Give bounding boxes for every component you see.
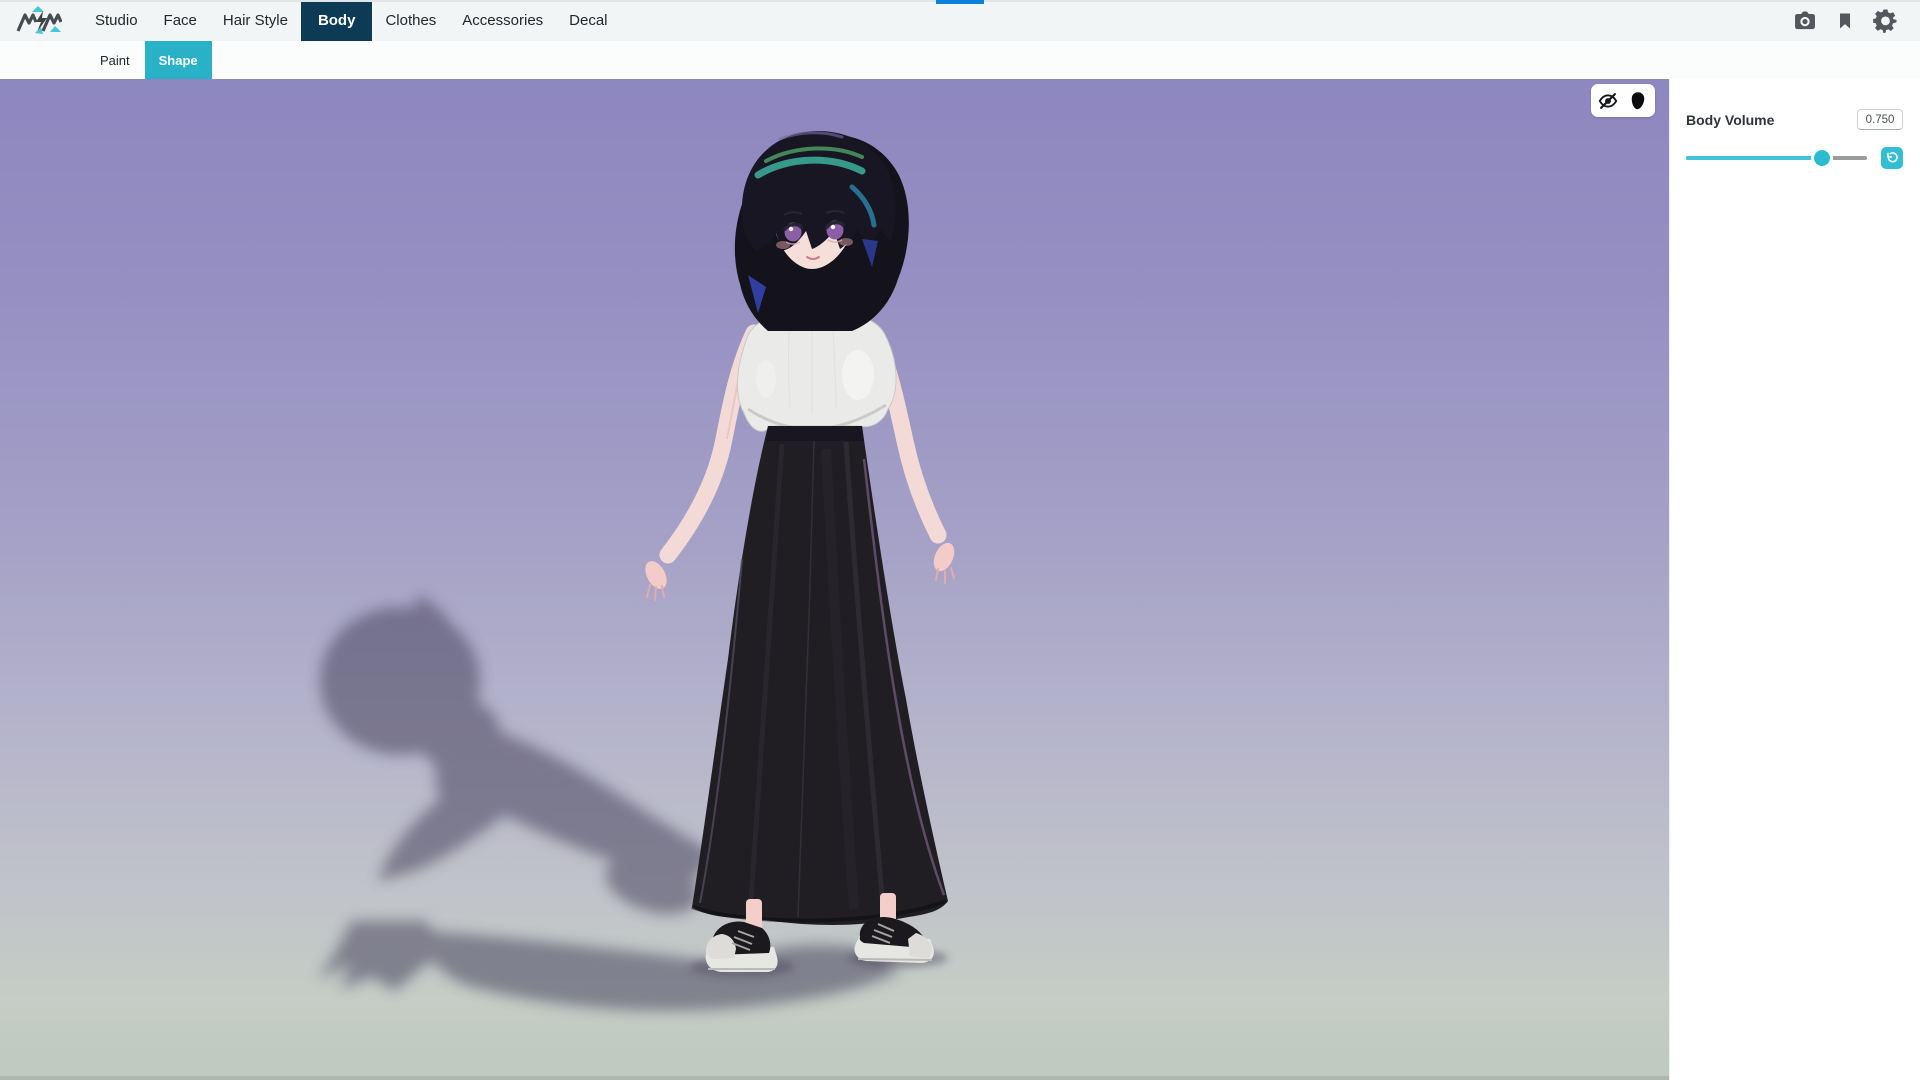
body-volume-slider[interactable]: [1686, 150, 1867, 166]
camera-icon[interactable]: [1792, 8, 1818, 34]
header-icon-group: [1792, 7, 1920, 34]
slider-fill: [1686, 156, 1822, 160]
gear-icon[interactable]: [1872, 7, 1899, 34]
character-model: [0, 79, 1669, 1080]
head-silhouette-icon[interactable]: [1626, 89, 1650, 113]
top-navigation-bar: Studio Face Hair Style Body Clothes Acce…: [0, 0, 1920, 41]
nav-item-body[interactable]: Body: [301, 0, 373, 41]
bookmark-icon[interactable]: [1835, 9, 1855, 33]
body-sub-tabs: Paint Shape: [0, 41, 1920, 79]
nav-item-hair-style[interactable]: Hair Style: [210, 0, 301, 41]
tab-paint[interactable]: Paint: [85, 41, 145, 79]
viewport-toolbar: [1591, 84, 1655, 117]
shape-settings-panel: Body Volume 0.750: [1669, 79, 1920, 1080]
nav-item-face[interactable]: Face: [151, 0, 210, 41]
slider-thumb[interactable]: [1814, 150, 1830, 166]
nav-item-clothes[interactable]: Clothes: [372, 0, 449, 41]
reset-button[interactable]: [1881, 147, 1903, 169]
visibility-off-icon[interactable]: [1596, 89, 1620, 113]
nav-item-studio[interactable]: Studio: [82, 0, 151, 41]
tab-shape[interactable]: Shape: [145, 41, 212, 79]
reset-icon: [1885, 151, 1899, 165]
loading-progress-bar: [936, 0, 984, 4]
body-volume-value-input[interactable]: 0.750: [1857, 109, 1903, 130]
body-volume-label: Body Volume: [1686, 112, 1774, 128]
nav-item-accessories[interactable]: Accessories: [449, 0, 556, 41]
nav-item-decal[interactable]: Decal: [556, 0, 620, 41]
app-logo: [16, 5, 62, 37]
main-menu: Studio Face Hair Style Body Clothes Acce…: [82, 0, 621, 41]
character-viewport[interactable]: [0, 79, 1669, 1080]
